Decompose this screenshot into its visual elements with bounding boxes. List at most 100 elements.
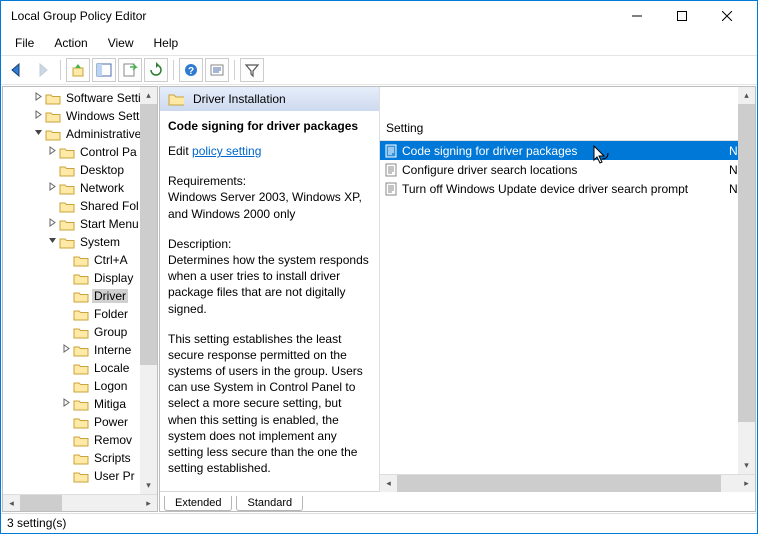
tree-item[interactable]: Power (3, 413, 157, 431)
titlebar: Local Group Policy Editor (1, 1, 757, 31)
menu-action[interactable]: Action (46, 33, 95, 53)
chevron-right-icon[interactable] (59, 344, 73, 356)
tree-item[interactable]: User Pr (3, 467, 157, 485)
svg-text:?: ? (188, 66, 194, 77)
chevron-right-icon[interactable] (45, 182, 59, 194)
tree-item[interactable]: Windows Sett (3, 107, 157, 125)
back-button[interactable] (5, 58, 29, 82)
chevron-right-icon[interactable] (45, 218, 59, 230)
tree-item-label: Control Pa (78, 145, 139, 159)
folder-icon (73, 361, 89, 375)
menu-file[interactable]: File (7, 33, 42, 53)
folder-icon (73, 433, 89, 447)
tree-item[interactable]: System (3, 233, 157, 251)
tree-item-label: Logon (92, 379, 129, 393)
close-button[interactable] (704, 2, 749, 30)
forward-button[interactable] (31, 58, 55, 82)
tree-item[interactable]: Driver (3, 287, 157, 305)
list-header-setting[interactable]: Setting (380, 117, 755, 141)
policy-item[interactable]: Code signing for driver packagesNot (380, 141, 755, 160)
policy-label: Turn off Windows Update device driver se… (399, 182, 729, 196)
minimize-button[interactable] (614, 2, 659, 30)
policy-label: Code signing for driver packages (399, 144, 729, 158)
folder-icon (73, 307, 89, 321)
tree-scroll-horizontal[interactable]: ◂ ▸ (3, 494, 157, 511)
policy-label: Configure driver search locations (399, 163, 729, 177)
tab-strip: Extended Standard (160, 491, 755, 511)
filter-button[interactable] (240, 58, 264, 82)
up-button[interactable] (66, 58, 90, 82)
tree-item[interactable]: Control Pa (3, 143, 157, 161)
tree-item-label: Driver (92, 289, 128, 303)
toolbar: ? (1, 55, 757, 85)
tree-item-label: Power (92, 415, 130, 429)
tree-item-label: Interne (92, 343, 133, 357)
policy-item[interactable]: Configure driver search locationsNot (380, 160, 755, 179)
tree-item-label: Folder (92, 307, 130, 321)
help-button[interactable]: ? (179, 58, 203, 82)
tree-item[interactable]: Logon (3, 377, 157, 395)
tree-item[interactable]: Locale (3, 359, 157, 377)
workarea: Software Setti Windows Sett Administrative… (1, 85, 757, 513)
list-scroll-horizontal[interactable]: ◂ ▸ (380, 474, 755, 491)
chevron-right-icon[interactable] (31, 110, 45, 122)
policy-item[interactable]: Turn off Windows Update device driver se… (380, 179, 755, 198)
folder-icon (59, 163, 75, 177)
tree-item-label: Desktop (78, 163, 126, 177)
export-button[interactable] (118, 58, 142, 82)
tree-scroll-vertical[interactable]: ▴ ▾ (140, 87, 157, 494)
refresh-button[interactable] (144, 58, 168, 82)
tree-item-label: Windows Sett (64, 109, 141, 123)
tree-item[interactable]: Group (3, 323, 157, 341)
tree-item[interactable]: Network (3, 179, 157, 197)
chevron-down-icon[interactable] (45, 236, 59, 248)
folder-icon (45, 127, 61, 141)
maximize-button[interactable] (659, 2, 704, 30)
tree-item[interactable]: Display (3, 269, 157, 287)
folder-icon (59, 181, 75, 195)
tree[interactable]: Software Setti Windows Sett Administrative… (3, 87, 157, 494)
tab-standard[interactable]: Standard (236, 496, 303, 511)
chevron-right-icon[interactable] (31, 92, 45, 104)
tree-item[interactable]: Mitiga (3, 395, 157, 413)
tab-extended[interactable]: Extended (164, 496, 232, 511)
tree-item-label: Administrative (64, 127, 143, 141)
chevron-down-icon[interactable] (31, 128, 45, 140)
show-hide-tree-button[interactable] (92, 58, 116, 82)
tree-item-label: Scripts (92, 451, 133, 465)
tree-item[interactable]: Remov (3, 431, 157, 449)
chevron-right-icon[interactable] (59, 398, 73, 410)
folder-icon (73, 415, 89, 429)
tree-item-label: Ctrl+A (92, 253, 130, 267)
folder-icon (73, 271, 89, 285)
tree-item[interactable]: Shared Fol (3, 197, 157, 215)
requirements-text: Windows Server 2003, Windows XP, and Win… (168, 189, 371, 221)
tree-item[interactable]: Administrative (3, 125, 157, 143)
chevron-right-icon[interactable] (45, 146, 59, 158)
right-scroll-vertical[interactable]: ▴ ▾ (738, 87, 755, 474)
menu-view[interactable]: View (100, 33, 142, 53)
folder-icon (73, 325, 89, 339)
tree-item[interactable]: Ctrl+A (3, 251, 157, 269)
folder-icon (59, 235, 75, 249)
tree-item-label: Network (78, 181, 126, 195)
tree-item-label: Locale (92, 361, 131, 375)
tree-item[interactable]: Start Menu (3, 215, 157, 233)
folder-icon (73, 379, 89, 393)
edit-prefix: Edit (168, 144, 192, 158)
tree-item[interactable]: Desktop (3, 161, 157, 179)
folder-icon (73, 469, 89, 483)
properties-button[interactable] (205, 58, 229, 82)
folder-icon (59, 199, 75, 213)
edit-policy-link[interactable]: policy setting (192, 144, 261, 158)
tree-item[interactable]: Scripts (3, 449, 157, 467)
tree-item-label: Group (92, 325, 129, 339)
menu-help[interactable]: Help (146, 33, 187, 53)
tree-item[interactable]: Folder (3, 305, 157, 323)
folder-icon (73, 451, 89, 465)
folder-icon (45, 91, 61, 105)
tree-item[interactable]: Software Setti (3, 89, 157, 107)
folder-icon (168, 92, 184, 106)
tree-item[interactable]: Interne (3, 341, 157, 359)
description-column: Driver Installation Code signing for dri… (160, 87, 380, 491)
